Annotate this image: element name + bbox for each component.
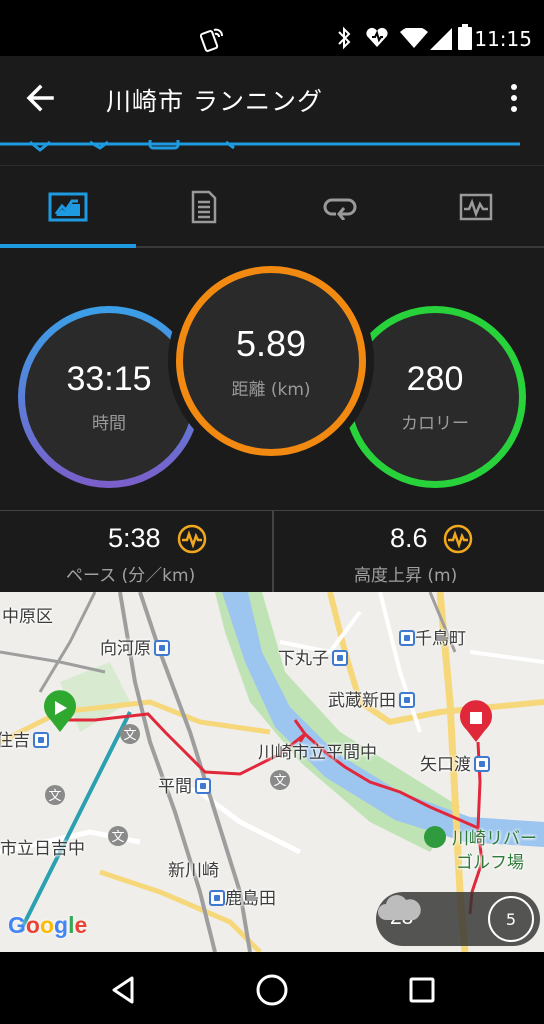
activity-title: 川崎市 ランニング <box>106 87 323 116</box>
map-label-chidoricho: 千鳥町 <box>396 624 466 649</box>
wifi-icon <box>400 28 428 48</box>
nfc-phone-icon <box>200 28 223 52</box>
document-icon <box>191 190 217 224</box>
school-glyph: 文 <box>123 728 136 743</box>
time-value: 33:15 <box>66 360 152 398</box>
heart-sync-icon <box>366 27 388 47</box>
status-bar: 11:15 <box>0 0 544 56</box>
map-label-shimomaruko: 下丸子 <box>278 644 348 669</box>
calories-ring: 280 カロリー <box>344 306 526 488</box>
map-label-golf-2: ゴルフ場 <box>456 853 524 873</box>
battery-icon <box>458 24 472 50</box>
distance-label: 距離 (km) <box>231 379 311 400</box>
map-label-yaguchinowatashi: 矢口渡 <box>420 750 490 775</box>
weather-widget[interactable]: 28° 5 <box>376 892 540 946</box>
station-icon <box>474 756 490 772</box>
station-icon <box>33 732 49 748</box>
graph-icon <box>459 193 493 221</box>
overflow-menu-icon[interactable] <box>504 82 524 116</box>
system-nav-bar <box>0 952 544 1024</box>
map-label-musashinitta: 武蔵新田 <box>328 686 415 711</box>
loop-icon <box>323 198 357 220</box>
pace-label: ペース (分／km) <box>66 566 196 586</box>
elevation-label: 高度上昇 (m) <box>354 566 458 586</box>
map-label-shinkawasaki: 新川崎 <box>168 861 219 881</box>
stats-summary: 33:15 時間 280 カロリー 5.89 距離 (km) <box>0 248 544 510</box>
map-label-mukaigawara: 向河原 <box>100 634 170 659</box>
back-arrow-icon[interactable] <box>22 80 62 116</box>
school-glyph: 文 <box>48 789 61 804</box>
route-map[interactable]: 文 文 文 文 中原区 向河原 下丸子 千鳥町 武蔵新田 矢口渡 川崎市立平間中… <box>0 592 544 952</box>
signal-icon <box>430 28 452 50</box>
finish-marker-icon[interactable] <box>459 700 492 742</box>
nav-home-icon[interactable] <box>252 970 292 1010</box>
elevation-metric[interactable]: 8.6 高度上昇 (m) <box>272 511 544 593</box>
map-preview-strip <box>0 140 544 166</box>
map-label-nakahara: 中原区 <box>2 607 53 627</box>
map-label-sumiyoshi: 住吉 <box>0 726 49 751</box>
station-icon <box>399 692 415 708</box>
cloud-icon <box>378 895 421 920</box>
station-icon <box>399 630 415 646</box>
map-label-hirama: 平間 <box>158 772 211 797</box>
distance-value: 5.89 <box>235 322 307 364</box>
app-bar: 川崎市 ランニング <box>0 56 544 140</box>
google-logo: Google <box>8 912 88 938</box>
map-label-golf-1: 川崎リバー <box>452 829 537 849</box>
calories-label: カロリー <box>401 414 469 434</box>
station-icon <box>154 640 170 656</box>
time-ring: 33:15 時間 <box>18 306 200 488</box>
tab-laps[interactable] <box>272 166 408 248</box>
pace-metric[interactable]: 5:38 ペース (分／km) <box>0 511 272 593</box>
school-glyph: 文 <box>273 774 286 789</box>
time-label: 時間 <box>92 414 126 434</box>
status-time: 11:15 <box>474 27 532 51</box>
elevation-value: 8.6 <box>390 523 428 553</box>
calories-value: 280 <box>406 360 464 398</box>
map-label-hirama-school: 川崎市立平間中 <box>258 743 377 763</box>
tab-graphs[interactable] <box>408 166 544 248</box>
golf-marker <box>424 826 446 848</box>
school-glyph: 文 <box>111 830 124 845</box>
metrics-row: 5:38 ペース (分／km) 8.6 高度上昇 (m) <box>0 510 544 593</box>
tab-bar <box>0 166 544 248</box>
pace-value: 5:38 <box>108 523 161 553</box>
summary-chart-icon <box>48 192 88 222</box>
bluetooth-icon <box>338 26 351 50</box>
elevation-chart-icon[interactable] <box>442 523 474 555</box>
map-label-hiyoshi: 市立日吉中 <box>0 839 85 859</box>
tab-details[interactable] <box>136 166 272 248</box>
station-icon <box>209 890 225 906</box>
pace-chart-icon[interactable] <box>176 523 208 555</box>
station-icon <box>195 778 211 794</box>
nav-back-icon[interactable] <box>104 970 144 1010</box>
nav-recents-icon[interactable] <box>402 970 442 1010</box>
wind-speed-icon: 5 <box>488 896 534 942</box>
station-icon <box>332 650 348 666</box>
map-label-kashimada: 鹿島田 <box>206 884 276 909</box>
tab-overview[interactable] <box>0 166 136 248</box>
distance-ring: 5.89 距離 (km) <box>176 266 366 456</box>
